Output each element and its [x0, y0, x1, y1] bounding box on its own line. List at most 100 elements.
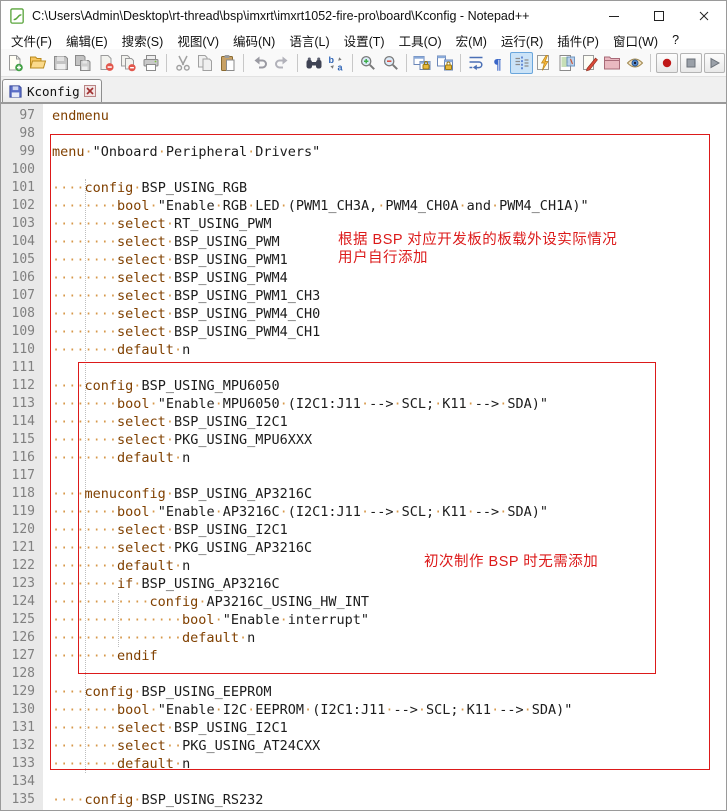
tab-close-icon[interactable] — [84, 85, 96, 97]
line-number: 97 — [1, 107, 43, 125]
new-file-button[interactable] — [4, 52, 27, 74]
line-number: 110 — [1, 341, 43, 359]
show-all-chars-icon: ¶ — [490, 54, 508, 72]
open-folder-button[interactable] — [27, 52, 50, 74]
svg-text:b: b — [329, 55, 335, 65]
notepad-window: C:\Users\Admin\Desktop\rt-thread\bsp\imx… — [0, 0, 727, 811]
tab-kconfig[interactable]: Kconfig — [2, 79, 102, 102]
show-all-chars-button[interactable]: ¶ — [488, 52, 511, 74]
folder-workspace-button[interactable] — [601, 52, 624, 74]
menu-item[interactable]: 编码(N) — [226, 30, 282, 51]
undo-icon — [251, 54, 269, 72]
code-line[interactable]: 97endmenu — [1, 107, 726, 125]
indent-guide-button[interactable] — [510, 52, 533, 74]
macro-play-button[interactable] — [704, 53, 726, 73]
macro-record-button[interactable] — [656, 53, 678, 73]
indent-guide-icon — [513, 54, 531, 72]
line-number: 132 — [1, 737, 43, 755]
line-number: 113 — [1, 395, 43, 413]
toolbar-separator — [166, 54, 167, 72]
menu-item[interactable]: 视图(V) — [170, 30, 226, 51]
zoom-out-button[interactable] — [379, 52, 402, 74]
doc-switcher-button[interactable] — [578, 52, 601, 74]
save-all-button — [72, 52, 95, 74]
line-number: 127 — [1, 647, 43, 665]
line-number: 135 — [1, 791, 43, 809]
replace-button[interactable]: ba — [325, 52, 348, 74]
close-all-button[interactable] — [117, 52, 140, 74]
document-map-button[interactable] — [556, 52, 579, 74]
line-number: 129 — [1, 683, 43, 701]
line-number: 128 — [1, 665, 43, 683]
window-controls — [591, 1, 726, 31]
menu-item[interactable]: 搜索(S) — [115, 30, 171, 51]
line-number: 120 — [1, 521, 43, 539]
close-button[interactable] — [95, 52, 118, 74]
copy-button — [194, 52, 217, 74]
sync-vertical-button[interactable] — [411, 52, 434, 74]
new-file-icon — [6, 54, 24, 72]
line-number: 116 — [1, 449, 43, 467]
minimize-button[interactable] — [591, 1, 636, 31]
line-number: 125 — [1, 611, 43, 629]
line-number: 99 — [1, 143, 43, 161]
macro-play-icon — [705, 54, 723, 72]
close-all-icon — [119, 54, 137, 72]
line-number: 119 — [1, 503, 43, 521]
find-icon — [305, 54, 323, 72]
word-wrap-button[interactable] — [465, 52, 488, 74]
annotation-rect-inner — [78, 362, 656, 674]
line-number: 123 — [1, 575, 43, 593]
line-number: 124 — [1, 593, 43, 611]
line-number: 118 — [1, 485, 43, 503]
monitoring-button[interactable] — [624, 52, 647, 74]
menu-item[interactable]: 编辑(E) — [59, 30, 115, 51]
print-button[interactable] — [140, 52, 163, 74]
zoom-out-icon — [382, 54, 400, 72]
toolbar-separator — [650, 54, 651, 72]
menu-item[interactable]: 窗口(W) — [606, 30, 665, 51]
line-number: 117 — [1, 467, 43, 485]
sync-horizontal-button[interactable] — [434, 52, 457, 74]
line-number: 111 — [1, 359, 43, 377]
editor[interactable]: 97endmenu9899menu·"Onboard·Peripheral·Dr… — [1, 104, 726, 811]
replace-icon: ba — [327, 54, 345, 72]
toolbar-separator — [460, 54, 461, 72]
saved-floppy-icon — [8, 84, 23, 99]
menu-item[interactable]: 插件(P) — [550, 30, 606, 51]
cut-icon — [174, 54, 192, 72]
menu-item[interactable]: 运行(R) — [494, 30, 550, 51]
folder-workspace-icon — [603, 54, 621, 72]
zoom-in-button[interactable] — [357, 52, 380, 74]
menubar: 文件(F)编辑(E)搜索(S)视图(V)编码(N)语言(L)设置(T)工具(O)… — [1, 31, 726, 49]
menu-item[interactable]: 宏(M) — [449, 30, 494, 51]
menu-item[interactable]: ? — [665, 32, 686, 48]
toolbar-separator — [243, 54, 244, 72]
copy-icon — [196, 54, 214, 72]
line-number: 121 — [1, 539, 43, 557]
redo-icon — [273, 54, 291, 72]
menu-item[interactable]: 语言(L) — [282, 30, 336, 51]
maximize-button[interactable] — [636, 1, 681, 31]
line-number: 114 — [1, 413, 43, 431]
function-list-icon — [535, 54, 553, 72]
toolbar-separator — [406, 54, 407, 72]
line-number: 105 — [1, 251, 43, 269]
save-icon — [52, 54, 70, 72]
close-button[interactable] — [681, 1, 726, 31]
code-line[interactable]: 134 — [1, 773, 726, 791]
notepad-plus-plus-icon — [9, 8, 26, 25]
paste-button[interactable] — [217, 52, 240, 74]
function-list-button[interactable] — [533, 52, 556, 74]
toolbar-separator — [352, 54, 353, 72]
line-number: 101 — [1, 179, 43, 197]
svg-text:a: a — [338, 62, 344, 72]
undo-button[interactable] — [248, 52, 271, 74]
menu-item[interactable]: 设置(T) — [337, 30, 392, 51]
menu-item[interactable]: 文件(F) — [4, 30, 59, 51]
code-line[interactable]: 135····config·BSP_USING_RS232 — [1, 791, 726, 809]
macro-stop-icon — [682, 54, 700, 72]
macro-stop-button[interactable] — [680, 53, 702, 73]
find-button[interactable] — [302, 52, 325, 74]
menu-item[interactable]: 工具(O) — [392, 30, 449, 51]
